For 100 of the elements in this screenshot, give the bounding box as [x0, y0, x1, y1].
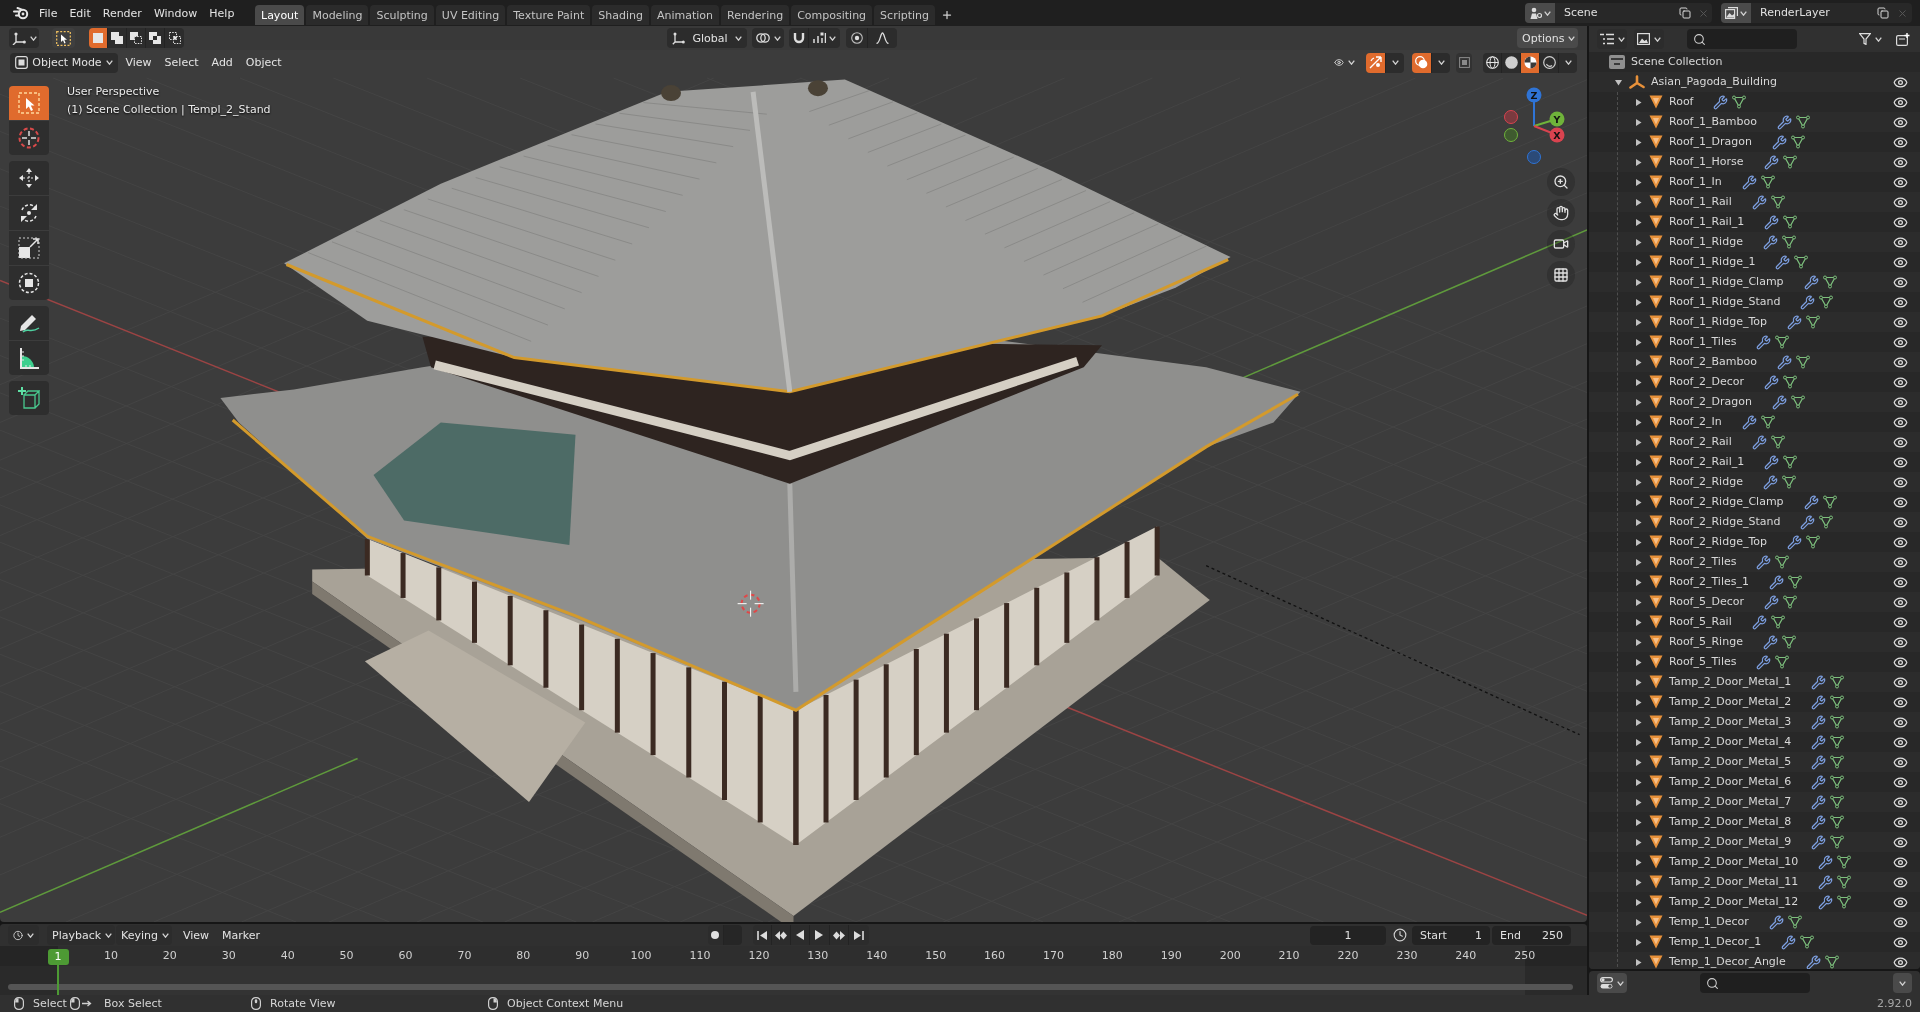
- outliner-item-name[interactable]: Roof_5_Tiles: [1669, 655, 1737, 669]
- wrench-icon[interactable]: [1751, 194, 1767, 210]
- disclosure-triangle-icon[interactable]: [1635, 678, 1642, 686]
- eye-icon[interactable]: [1893, 914, 1908, 930]
- jump-end-button[interactable]: [848, 925, 869, 945]
- disclosure-triangle-icon[interactable]: [1635, 258, 1642, 266]
- gizmo-axis-handle[interactable]: [1504, 110, 1518, 124]
- eye-icon[interactable]: [1893, 794, 1908, 810]
- workspace-tab[interactable]: Layout: [255, 5, 305, 25]
- mesh-data-icon[interactable]: [1760, 175, 1775, 189]
- outliner-item-name[interactable]: Tamp_2_Door_Metal_5: [1669, 755, 1792, 769]
- disclosure-triangle-icon[interactable]: [1635, 518, 1642, 526]
- eye-icon[interactable]: [1893, 394, 1908, 410]
- outliner-item-name[interactable]: Roof_2_Tiles: [1669, 555, 1737, 569]
- eye-icon[interactable]: [1893, 934, 1908, 950]
- eye-icon[interactable]: [1893, 374, 1908, 390]
- proportional-editing-toggle[interactable]: [846, 28, 868, 48]
- start-frame-field[interactable]: Start 1: [1412, 925, 1490, 945]
- outliner-item-name[interactable]: Roof_2_Decor: [1669, 375, 1745, 389]
- editor-type-button[interactable]: [8, 925, 39, 945]
- disclosure-triangle-icon[interactable]: [1635, 658, 1642, 666]
- eye-icon[interactable]: [1893, 514, 1908, 530]
- tool-button[interactable]: [9, 381, 49, 415]
- tool-button[interactable]: [9, 266, 49, 300]
- wrench-icon[interactable]: [1811, 734, 1827, 750]
- wrench-icon[interactable]: [1818, 874, 1834, 890]
- mesh-data-icon[interactable]: [1795, 355, 1810, 369]
- mesh-data-icon[interactable]: [1775, 655, 1790, 669]
- wrench-icon[interactable]: [1756, 554, 1772, 570]
- disclosure-triangle-icon[interactable]: [1635, 618, 1642, 626]
- eye-icon[interactable]: [1893, 74, 1908, 90]
- eye-icon[interactable]: [1893, 874, 1908, 890]
- mesh-data-icon[interactable]: [1783, 455, 1798, 469]
- outliner-item-name[interactable]: Roof_2_Ridge_Stand: [1669, 515, 1781, 529]
- disclosure-triangle-icon[interactable]: [1635, 478, 1642, 486]
- wrench-icon[interactable]: [1811, 794, 1827, 810]
- wrench-icon[interactable]: [1787, 534, 1802, 550]
- wrench-icon[interactable]: [1756, 654, 1772, 670]
- wrench-icon[interactable]: [1803, 274, 1819, 290]
- outliner-item-name[interactable]: Tamp_2_Door_Metal_2: [1669, 695, 1792, 709]
- outliner-item-name[interactable]: Roof_2_Rail_1: [1669, 455, 1745, 469]
- disclosure-triangle-icon[interactable]: [1635, 838, 1642, 846]
- menu-item[interactable]: Select: [158, 52, 206, 73]
- mesh-data-icon[interactable]: [1783, 595, 1798, 609]
- disclosure-triangle-icon[interactable]: [1635, 758, 1642, 766]
- outliner-item-name[interactable]: Roof_1_Rail_1: [1669, 215, 1745, 229]
- playhead[interactable]: 1: [47, 949, 69, 995]
- snap-toggle[interactable]: [789, 28, 809, 48]
- eye-icon[interactable]: [1893, 594, 1908, 610]
- wrench-icon[interactable]: [1811, 694, 1827, 710]
- outliner-item-name[interactable]: Roof_2_Ridge_Clamp: [1669, 495, 1784, 509]
- disclosure-triangle-icon[interactable]: [1635, 598, 1642, 606]
- disclosure-triangle-icon[interactable]: [1635, 718, 1642, 726]
- outliner-item-name[interactable]: Roof_5_Ringe: [1669, 635, 1743, 649]
- overlays-toggle[interactable]: [1412, 52, 1432, 73]
- shading-options-dropdown[interactable]: [1559, 52, 1577, 73]
- current-frame-field[interactable]: 1: [1310, 925, 1386, 945]
- disclosure-triangle-icon[interactable]: [1635, 778, 1642, 786]
- mesh-data-icon[interactable]: [1788, 575, 1802, 589]
- disclosure-triangle-icon[interactable]: [1635, 898, 1642, 906]
- active-tool-button[interactable]: [52, 28, 75, 48]
- disclosure-triangle-icon[interactable]: [1635, 158, 1642, 166]
- gizmo-options-dropdown[interactable]: [1386, 52, 1404, 73]
- filter-display-dropdown[interactable]: [1634, 29, 1664, 49]
- outliner-item-name[interactable]: Roof_1_Dragon: [1669, 135, 1752, 149]
- outliner-item-name[interactable]: Roof_2_Tiles_1: [1669, 575, 1749, 589]
- mesh-data-icon[interactable]: [1830, 795, 1845, 809]
- shading-mode-button[interactable]: [1540, 52, 1559, 73]
- disclosure-triangle-icon[interactable]: [1635, 458, 1642, 466]
- workspace-tab[interactable]: Texture Paint: [507, 5, 591, 25]
- outliner-item-name[interactable]: Roof_1_Bamboo: [1669, 115, 1757, 129]
- disclosure-triangle-icon[interactable]: [1635, 178, 1642, 186]
- gizmos-toggle[interactable]: [1366, 52, 1386, 73]
- outliner-item-name[interactable]: Roof_1_Ridge_Stand: [1669, 295, 1781, 309]
- eye-icon[interactable]: [1893, 734, 1908, 750]
- wrench-icon[interactable]: [1764, 454, 1780, 470]
- mesh-data-icon[interactable]: [1806, 535, 1820, 549]
- eye-icon[interactable]: [1893, 674, 1908, 690]
- mesh-data-icon[interactable]: [1800, 935, 1815, 949]
- scrollbar[interactable]: [8, 984, 1573, 990]
- auto-keying-toggle[interactable]: [707, 925, 724, 945]
- wrench-icon[interactable]: [1741, 174, 1757, 190]
- wrench-icon[interactable]: [1762, 634, 1778, 650]
- selection-mode-button[interactable]: [108, 28, 127, 48]
- eye-icon[interactable]: [1893, 434, 1908, 450]
- mesh-data-icon[interactable]: [1770, 195, 1785, 209]
- outliner-item-name[interactable]: Roof_1_In: [1669, 175, 1722, 189]
- workspace-tab[interactable]: Modeling: [306, 5, 369, 25]
- mesh-data-icon[interactable]: [1783, 375, 1798, 389]
- disclosure-triangle-icon[interactable]: [1635, 918, 1642, 926]
- mode-dropdown[interactable]: Object Mode: [10, 52, 118, 73]
- disclosure-triangle-icon[interactable]: [1635, 198, 1642, 206]
- outliner-item-name[interactable]: Roof_1_Tiles: [1669, 335, 1737, 349]
- disclosure-triangle-icon[interactable]: [1635, 98, 1642, 106]
- wrench-icon[interactable]: [1713, 94, 1729, 110]
- wrench-icon[interactable]: [1768, 914, 1784, 930]
- disclosure-triangle-icon[interactable]: [1635, 358, 1642, 366]
- outliner-item-name[interactable]: Temp_1_Decor: [1669, 915, 1749, 929]
- tool-button[interactable]: [9, 341, 49, 375]
- disclosure-triangle-icon[interactable]: [1635, 418, 1642, 426]
